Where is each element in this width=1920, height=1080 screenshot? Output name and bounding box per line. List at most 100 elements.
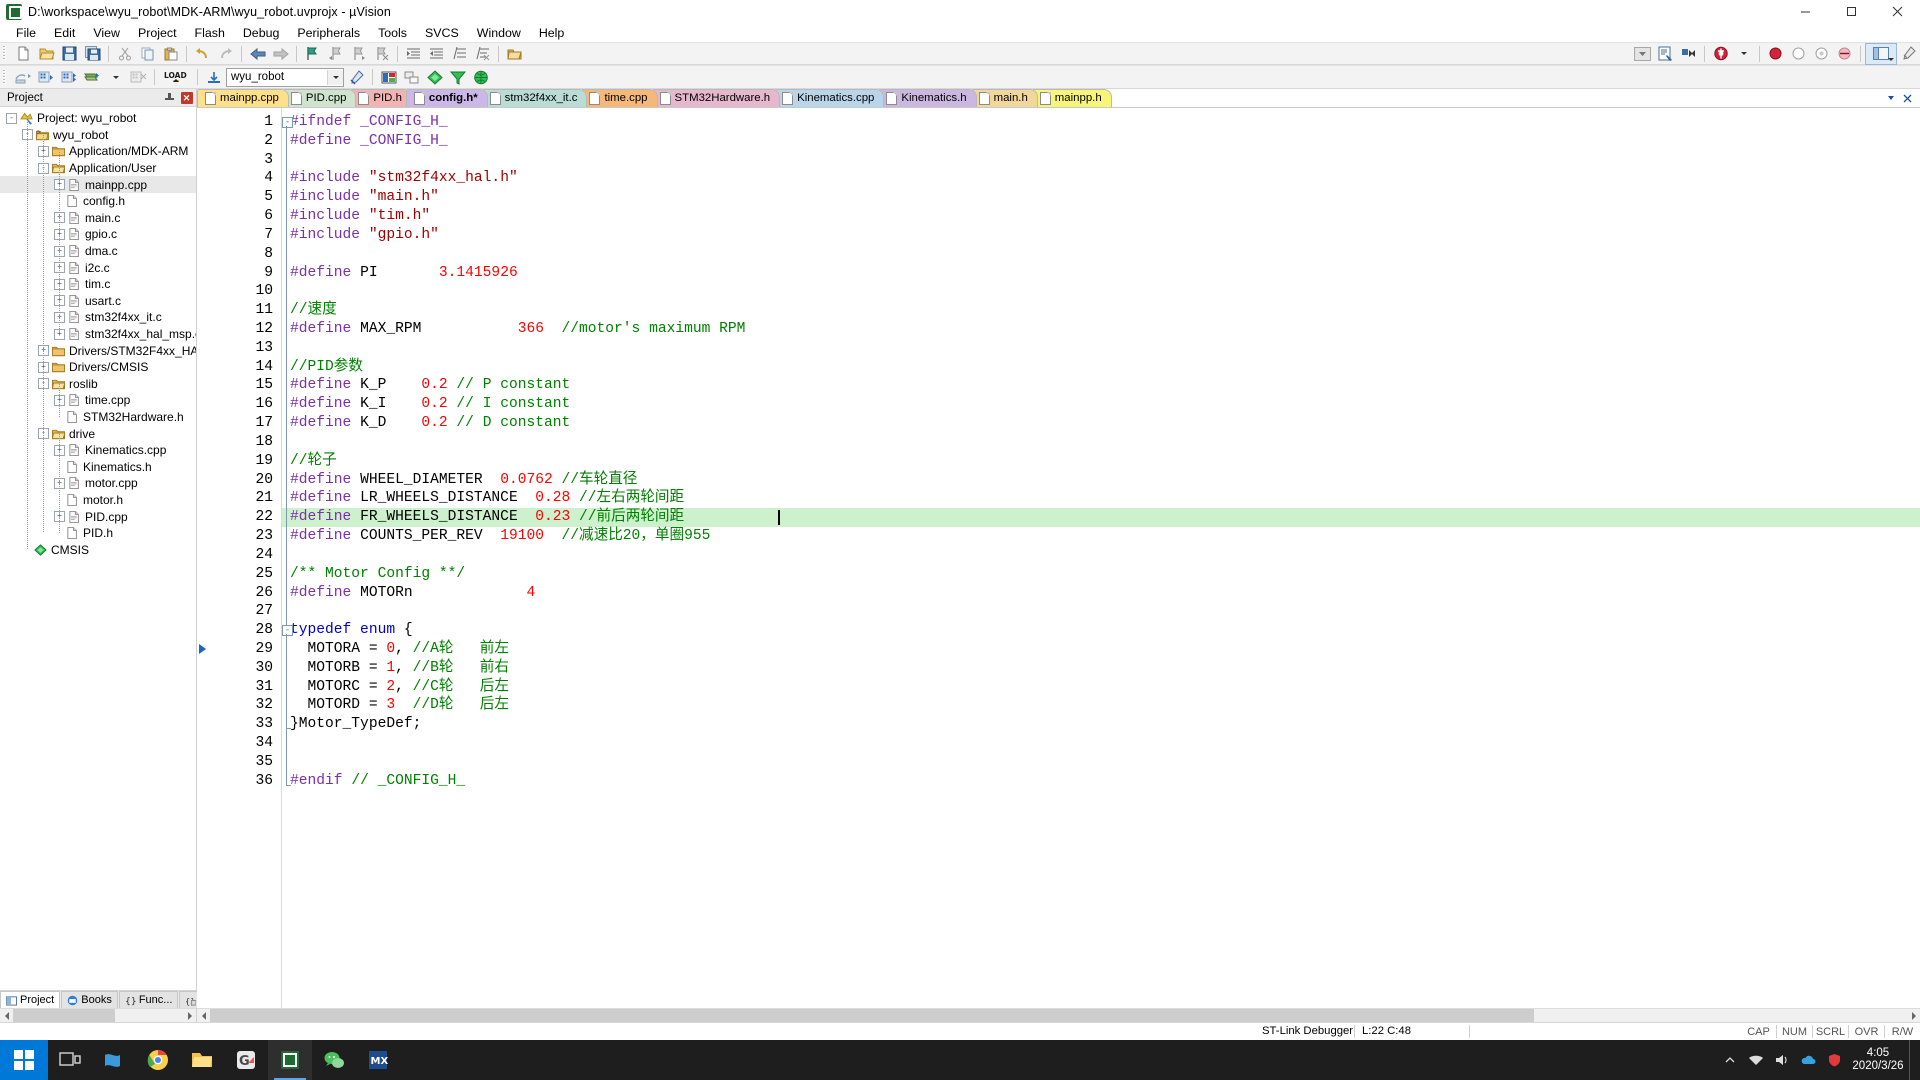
editor-tab[interactable]: stm32f4xx_it.c (481, 89, 588, 107)
breakpoint-margin[interactable] (197, 108, 211, 1008)
code-line[interactable]: //PID参数 (282, 358, 1920, 377)
window-layout-icon[interactable] (1865, 42, 1897, 65)
tree-item[interactable]: +gpio.c (0, 226, 196, 243)
code-line[interactable] (282, 245, 1920, 264)
code-line[interactable]: #define WHEEL_DIAMETER 0.0762 //车轮直径 (282, 471, 1920, 490)
tree-item[interactable]: CMSIS (0, 541, 196, 558)
code-line[interactable]: #define MAX_RPM 366 //motor's maximum RP… (282, 320, 1920, 339)
tree-item[interactable]: +tim.c (0, 276, 196, 293)
bookmark-clear-icon[interactable] (370, 44, 393, 64)
bookmark-prev-icon[interactable] (324, 44, 347, 64)
undo-icon[interactable] (191, 44, 214, 64)
editor-hscroll-thumb[interactable] (210, 1009, 1534, 1022)
insert-breakpoint-icon[interactable] (1764, 44, 1787, 64)
tree-item[interactable]: Kinematics.h (0, 458, 196, 475)
panel-tab-project[interactable]: Project (0, 991, 61, 1008)
code-line[interactable]: //速度 (282, 301, 1920, 320)
tree-item[interactable]: motor.h (0, 492, 196, 509)
tree-item[interactable]: +dma.c (0, 243, 196, 260)
menu-peripherals[interactable]: Peripherals (288, 24, 369, 42)
code-line[interactable]: #define COUNTS_PER_REV 19100 //减速比20，单圈9… (282, 527, 1920, 546)
hscroll-right-arrow[interactable] (183, 1009, 196, 1022)
tree-item[interactable]: +time.cpp (0, 392, 196, 409)
tree-item[interactable]: +i2c.c (0, 259, 196, 276)
code-line[interactable]: #include "gpio.h" (282, 226, 1920, 245)
project-hscrollbar[interactable] (0, 1008, 196, 1022)
taskview-icon[interactable] (48, 1040, 92, 1080)
debug-session-icon[interactable] (1709, 44, 1732, 64)
tree-item[interactable]: STM32Hardware.h (0, 409, 196, 426)
code-line[interactable]: MOTORD = 3 //D轮 后左 (282, 696, 1920, 715)
tree-item[interactable]: +mainpp.cpp (0, 176, 196, 193)
paste-icon[interactable] (159, 44, 182, 64)
menu-edit[interactable]: Edit (45, 24, 84, 42)
build-toolbar-grip[interactable] (2, 69, 9, 85)
redo-icon[interactable] (214, 44, 237, 64)
tree-item[interactable]: +Application/MDK-ARM (0, 143, 196, 160)
manage-runtime-icon[interactable] (423, 67, 446, 87)
editor-tab[interactable]: PID.cpp (282, 89, 357, 107)
code-line[interactable] (282, 151, 1920, 170)
menu-window[interactable]: Window (468, 24, 530, 42)
tree-item[interactable]: +stm32f4xx_it.c (0, 309, 196, 326)
tab-close-icon[interactable] (1900, 91, 1914, 105)
tree-collapse-icon[interactable]: - (6, 112, 17, 124)
code-line[interactable]: /** Motor Config **/ (282, 565, 1920, 584)
open-file-icon[interactable] (35, 44, 58, 64)
new-file-icon[interactable] (12, 44, 35, 64)
rebuild-icon[interactable] (58, 67, 81, 87)
code-line[interactable]: #define PI 3.1415926 (282, 264, 1920, 283)
kill-breakpoints-icon[interactable] (1787, 44, 1810, 64)
code-line[interactable]: #define MOTORn 4 (282, 584, 1920, 603)
save-all-icon[interactable] (81, 44, 104, 64)
volume-icon[interactable] (1769, 1040, 1795, 1080)
editor-tab[interactable]: mainpp.h (1031, 89, 1112, 107)
panel-tab-books[interactable]: Books (61, 991, 118, 1008)
manage-project-items-icon[interactable] (377, 67, 400, 87)
code-line[interactable]: typedef enum { (282, 621, 1920, 640)
tree-item[interactable]: -roslib (0, 376, 196, 393)
code-line[interactable]: #endif // _CONFIG_H_ (282, 772, 1920, 791)
uvision-icon[interactable] (268, 1040, 312, 1080)
stop-build-icon[interactable] (127, 67, 150, 87)
code-line[interactable]: #include "stm32f4xx_hal.h" (282, 169, 1920, 188)
minimize-button[interactable] (1782, 0, 1828, 23)
code-line[interactable]: MOTORB = 1, //B轮 前右 (282, 659, 1920, 678)
menu-file[interactable]: File (7, 24, 45, 42)
tree-item[interactable]: -drive (0, 425, 196, 442)
menu-view[interactable]: View (84, 24, 129, 42)
code-line[interactable]: #ifndef _CONFIG_H_ (282, 113, 1920, 132)
project-tree[interactable]: - Project: wyu_robot-wyu_robot+Applicatio… (0, 107, 196, 990)
code-line[interactable]: #define LR_WHEELS_DISTANCE 0.28 //左右两轮间距 (282, 489, 1920, 508)
code-line[interactable]: MOTORA = 0, //A轮 前左 (282, 640, 1920, 659)
menu-svcs[interactable]: SVCS (416, 24, 468, 42)
code-line[interactable]: #define K_I 0.2 // I constant (282, 395, 1920, 414)
disable-breakpoint-icon[interactable] (1810, 44, 1833, 64)
manage-multi-project-icon[interactable] (469, 67, 492, 87)
tree-item[interactable]: +Drivers/STM32F4xx_HAL_Driv (0, 342, 196, 359)
comment-icon[interactable] (448, 44, 471, 64)
save-icon[interactable] (58, 44, 81, 64)
maximize-button[interactable] (1828, 0, 1874, 23)
file-explorer-icon[interactable] (180, 1040, 224, 1080)
code-editor[interactable]: 1 2 3 4 5 6 7 8 9 10 11 12 13 14 15 16 17 18 19 20 21 22 23 24 2… (197, 108, 1920, 1008)
hscroll-track[interactable] (13, 1009, 183, 1022)
explorer-blue-icon[interactable] (92, 1040, 136, 1080)
code-line[interactable]: }Motor_TypeDef; (282, 715, 1920, 734)
enable-breakpoints-icon[interactable] (1833, 44, 1856, 64)
load-icon[interactable]: LOAD (159, 67, 193, 87)
new-group-icon[interactable] (400, 67, 423, 87)
tree-item[interactable]: -Application/User (0, 160, 196, 177)
hscroll-thumb[interactable] (13, 1009, 115, 1022)
code-content[interactable]: #ifndef _CONFIG_H_ #define _CONFIG_H_ #inc… (282, 108, 1920, 1008)
copy-icon[interactable] (136, 44, 159, 64)
navigate-forward-icon[interactable] (269, 44, 292, 64)
code-line[interactable]: #define K_D 0.2 // D constant (282, 414, 1920, 433)
code-line[interactable]: MOTORC = 2, //C轮 后左 (282, 678, 1920, 697)
close-button[interactable] (1874, 0, 1920, 23)
code-line[interactable]: #include "main.h" (282, 188, 1920, 207)
show-hidden-icons-icon[interactable] (1717, 1040, 1743, 1080)
fold-collapse-icon[interactable]: - (282, 117, 293, 128)
navigate-back-icon[interactable] (246, 44, 269, 64)
tree-item[interactable]: - Project: wyu_robot (0, 110, 196, 127)
